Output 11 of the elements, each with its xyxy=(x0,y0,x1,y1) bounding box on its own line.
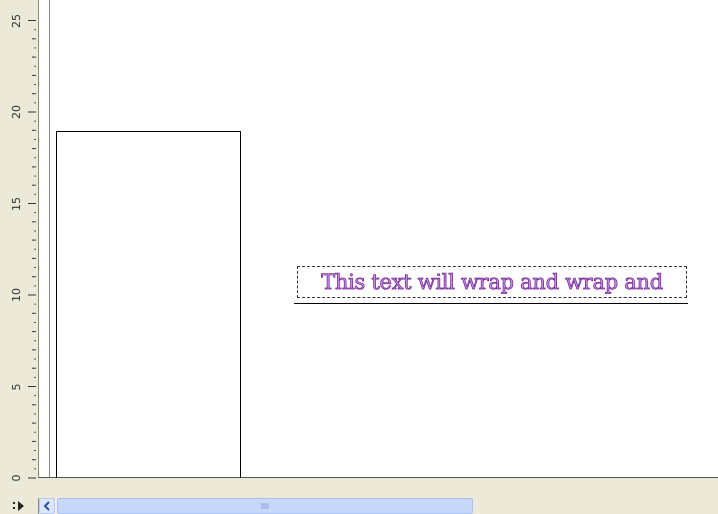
ruler-label: 20 xyxy=(9,104,24,121)
ruler-label: 5 xyxy=(9,382,24,392)
page-navigator-icon[interactable] xyxy=(13,501,25,511)
ruler-label: 10 xyxy=(9,287,24,304)
ruler-label: 15 xyxy=(9,196,24,212)
grip-icon xyxy=(261,503,269,509)
scroll-left-button[interactable] xyxy=(39,498,55,514)
left-chevron-icon xyxy=(43,501,51,511)
ruler-label: 25 xyxy=(9,12,24,30)
ruler-label: 0 xyxy=(9,474,24,484)
text-frame[interactable]: This text will wrap and wrap and xyxy=(297,266,687,298)
